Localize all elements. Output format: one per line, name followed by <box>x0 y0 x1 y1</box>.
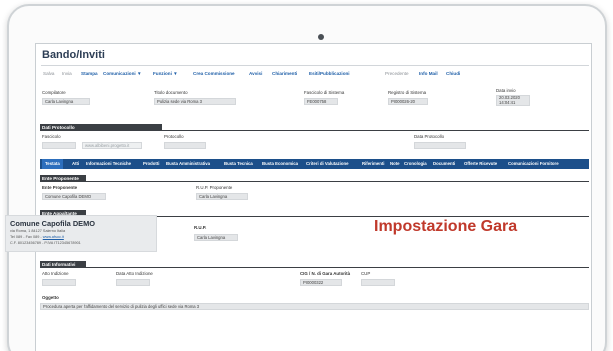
protocollo-label: Protocollo <box>164 134 184 139</box>
oggetto-field[interactable]: Procedura aperta per l'affidamento del s… <box>40 303 589 310</box>
rup-label: R.U.P. <box>194 225 207 230</box>
data-invio-label: Data invio <box>496 88 516 93</box>
title-divider <box>41 65 589 66</box>
fascicolo-label: Fascicolo <box>42 134 61 139</box>
oggetto-label: Oggetto <box>42 295 59 300</box>
toolbar-chiarimenti[interactable]: Chiarimenti <box>272 71 297 76</box>
toolbar-funzioni[interactable]: Funzioni ▼ <box>153 71 178 76</box>
stage: Bando/Inviti Salva Invia Stampa Comunica… <box>0 0 613 351</box>
app-screen: Bando/Inviti Salva Invia Stampa Comunica… <box>35 43 592 351</box>
fascicolo-field[interactable] <box>42 142 76 149</box>
titolo-field: Pulizia sede via Roma 3 <box>154 98 236 105</box>
toolbar-info-mail[interactable]: Info Mail <box>419 71 438 76</box>
tab-bar: Testata Atti Informazioni Tecniche Prodo… <box>40 159 589 169</box>
data-protocollo-field[interactable] <box>414 142 466 149</box>
tab-atti[interactable]: Atti <box>72 161 79 166</box>
data-invio-field: 20.03.2020 14:04:41 <box>496 95 530 106</box>
company-fiscal: C.F. 80123456789 - P.IVA IT12345678901 <box>10 241 81 245</box>
compilatore-field: Carla Lavingna <box>42 98 90 105</box>
atto-indizione-field[interactable] <box>42 279 76 286</box>
toolbar-chiudi[interactable]: Chiudi <box>446 71 460 76</box>
cup-field[interactable] <box>361 279 395 286</box>
data-protocollo-label: Data Protocollo <box>414 134 445 139</box>
compilatore-label: Compilatore <box>42 90 66 95</box>
toolbar-salva[interactable]: Salva <box>43 71 55 76</box>
cig-label: CIG / N. di Gara Autorità <box>300 271 351 276</box>
section-rule <box>40 181 589 182</box>
fascicolo-sistema-field: FE000758 <box>304 98 338 105</box>
titolo-label: Titolo documento <box>154 90 188 95</box>
tab-prodotti[interactable]: Prodotti <box>143 161 159 166</box>
tab-informazioni-tecniche[interactable]: Informazioni Tecniche <box>86 161 131 166</box>
tab-riferimenti[interactable]: Riferimenti <box>362 161 384 166</box>
data-atto-label: Data Atto Indizione <box>116 271 153 276</box>
cig-field[interactable]: PI0000322 <box>300 279 342 286</box>
company-phone: Tel 089 - Fax 089 - <box>10 235 43 239</box>
tab-documenti[interactable]: Documenti <box>433 161 455 166</box>
section-rule <box>40 267 589 268</box>
toolbar-stampa[interactable]: Stampa <box>81 71 98 76</box>
company-name: Comune Capofila DEMO <box>10 219 95 228</box>
registro-field: PI000026-20 <box>388 98 428 105</box>
impostazione-gara-caption: Impostazione Gara <box>374 218 518 235</box>
fascicolo-link-field[interactable]: www.albibeni.progetto.it <box>82 142 142 149</box>
fascicolo-sistema-label: Fascicolo di Sistema <box>304 90 345 95</box>
toolbar-esiti[interactable]: Esiti/Pubblicazioni <box>309 71 350 76</box>
tab-busta-amministrativa[interactable]: Busta Amministrativa <box>166 161 210 166</box>
ente-proponente-field: Comune Capofila DEMO <box>42 193 106 200</box>
tab-offerte-ricevute[interactable]: Offerte Ricevute <box>464 161 497 166</box>
rup-field: Carla Lavingna <box>194 234 238 241</box>
ente-appaltante-card: Comune Capofila DEMO via Roma, 1 84127 S… <box>5 215 157 252</box>
atto-indizione-label: Atto Indizione <box>42 271 69 276</box>
tab-criteri-valutazione[interactable]: Criteri di Valutazione <box>306 161 349 166</box>
tab-busta-economica[interactable]: Busta Economica <box>262 161 298 166</box>
tab-note[interactable]: Note <box>390 161 400 166</box>
company-address: via Roma, 1 84127 Salerno Italia <box>10 229 66 233</box>
cup-label: CUP <box>361 271 371 276</box>
rup-proponente-field: Carla Lavingna <box>196 193 248 200</box>
ente-proponente-label: Ente Proponente <box>42 185 78 190</box>
toolbar-invia[interactable]: Invia <box>62 71 72 76</box>
camera-dot <box>318 34 324 40</box>
data-atto-field[interactable] <box>116 279 150 286</box>
protocollo-field[interactable] <box>164 142 206 149</box>
tab-busta-tecnica[interactable]: Busta Tecnica <box>224 161 253 166</box>
registro-label: Registro di Sistema <box>388 90 427 95</box>
page-title: Bando/Inviti <box>42 49 105 61</box>
toolbar-comunicazioni[interactable]: Comunicazioni ▼ <box>103 71 142 76</box>
toolbar: Salva Invia Stampa Comunicazioni ▼ Funzi… <box>41 71 589 82</box>
section-rule <box>40 130 589 131</box>
rup-proponente-label: R.U.P. Proponente <box>196 185 233 190</box>
tab-cronologia[interactable]: Cronologia <box>404 161 427 166</box>
tab-testata[interactable]: Testata <box>42 159 63 169</box>
tab-comunicazioni-fornitore[interactable]: Comunicazioni Fornitore <box>508 161 559 166</box>
company-contacts: Tel 089 - Fax 089 - www.afsoc.it <box>10 235 64 239</box>
toolbar-precedente[interactable]: Precedente <box>385 71 409 76</box>
toolbar-avvisi[interactable]: Avvisi <box>249 71 262 76</box>
toolbar-crea-commissione[interactable]: Crea Commissione <box>193 71 235 76</box>
company-website-link[interactable]: www.afsoc.it <box>43 235 64 239</box>
